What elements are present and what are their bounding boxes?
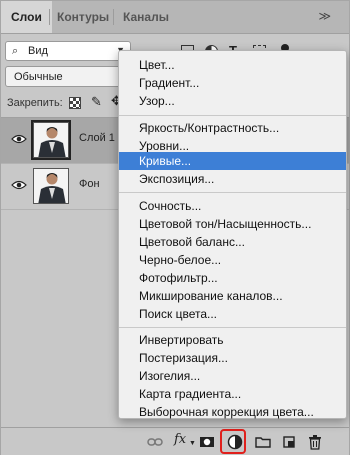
lock-label: Закрепить: xyxy=(7,97,63,109)
menu-item-vibrance[interactable]: Сочность... xyxy=(119,197,346,215)
lock-pixels-icon[interactable]: ✎ xyxy=(91,94,103,109)
menu-item-black-white[interactable]: Черно-белое... xyxy=(119,251,346,269)
menu-separator xyxy=(119,327,346,328)
layers-bottom-toolbar: fx ▼ xyxy=(1,427,349,455)
layer-name[interactable]: Слой 1 xyxy=(79,132,115,144)
menu-item-selective-color[interactable]: Выборочная коррекция цвета... xyxy=(119,403,346,421)
tab-channels[interactable]: Каналы xyxy=(113,1,179,33)
panel-tab-bar: Слои Контуры Каналы ≫ xyxy=(1,1,349,34)
filter-kind-dropdown[interactable]: ⌕ Вид ▼ xyxy=(5,41,131,61)
blend-mode-dropdown[interactable]: Обычные xyxy=(5,66,123,87)
menu-item-gradient[interactable]: Градиент... xyxy=(119,74,346,92)
menu-item-brightness-contrast[interactable]: Яркость/Контрастность... xyxy=(119,119,346,137)
menu-item-exposure[interactable]: Экспозиция... xyxy=(119,170,346,188)
layer-name[interactable]: Фон xyxy=(79,178,100,190)
menu-item-hue-saturation[interactable]: Цветовой тон/Насыщенность... xyxy=(119,215,346,233)
new-layer-icon[interactable] xyxy=(281,434,297,450)
menu-item-invert[interactable]: Инвертировать xyxy=(119,331,346,349)
tab-paths[interactable]: Контуры xyxy=(47,1,119,33)
lock-transparency-icon[interactable] xyxy=(69,97,81,109)
collapse-icon[interactable]: ≫ xyxy=(318,9,331,23)
layer-style-icon[interactable]: fx xyxy=(174,432,190,448)
filter-kind-label: Вид xyxy=(28,45,48,57)
person-photo-icon xyxy=(34,123,68,157)
menu-separator xyxy=(119,115,346,116)
delete-layer-icon[interactable] xyxy=(307,434,323,450)
search-icon: ⌕ xyxy=(12,45,19,57)
layer-thumbnail xyxy=(33,168,69,204)
eye-icon[interactable] xyxy=(11,133,27,145)
menu-item-gradient-map[interactable]: Карта градиента... xyxy=(119,385,346,403)
menu-item-color-balance[interactable]: Цветовой баланс... xyxy=(119,233,346,251)
menu-item-threshold[interactable]: Изогелия... xyxy=(119,367,346,385)
new-group-icon[interactable] xyxy=(255,434,271,450)
person-photo-icon xyxy=(34,169,68,203)
add-mask-icon[interactable] xyxy=(199,434,215,450)
highlight-box xyxy=(220,429,246,454)
chevron-down-icon: ▼ xyxy=(189,440,196,447)
menu-item-color-lookup[interactable]: Поиск цвета... xyxy=(119,305,346,323)
menu-item-channel-mixer[interactable]: Микширование каналов... xyxy=(119,287,346,305)
layer-thumbnail xyxy=(31,120,71,160)
adjustment-layer-menu: Цвет... Градиент... Узор... Яркость/Конт… xyxy=(118,50,347,419)
tab-layers[interactable]: Слои xyxy=(1,1,52,33)
menu-item-pattern[interactable]: Узор... xyxy=(119,92,346,110)
menu-item-posterize[interactable]: Постеризация... xyxy=(119,349,346,367)
eye-icon[interactable] xyxy=(11,179,27,191)
menu-item-curves[interactable]: Кривые... xyxy=(119,152,346,170)
menu-item-solid-color[interactable]: Цвет... xyxy=(119,56,346,74)
blend-mode-value: Обычные xyxy=(14,71,63,83)
link-layers-icon[interactable] xyxy=(147,434,163,450)
menu-item-photo-filter[interactable]: Фотофильтр... xyxy=(119,269,346,287)
menu-separator xyxy=(119,192,346,193)
